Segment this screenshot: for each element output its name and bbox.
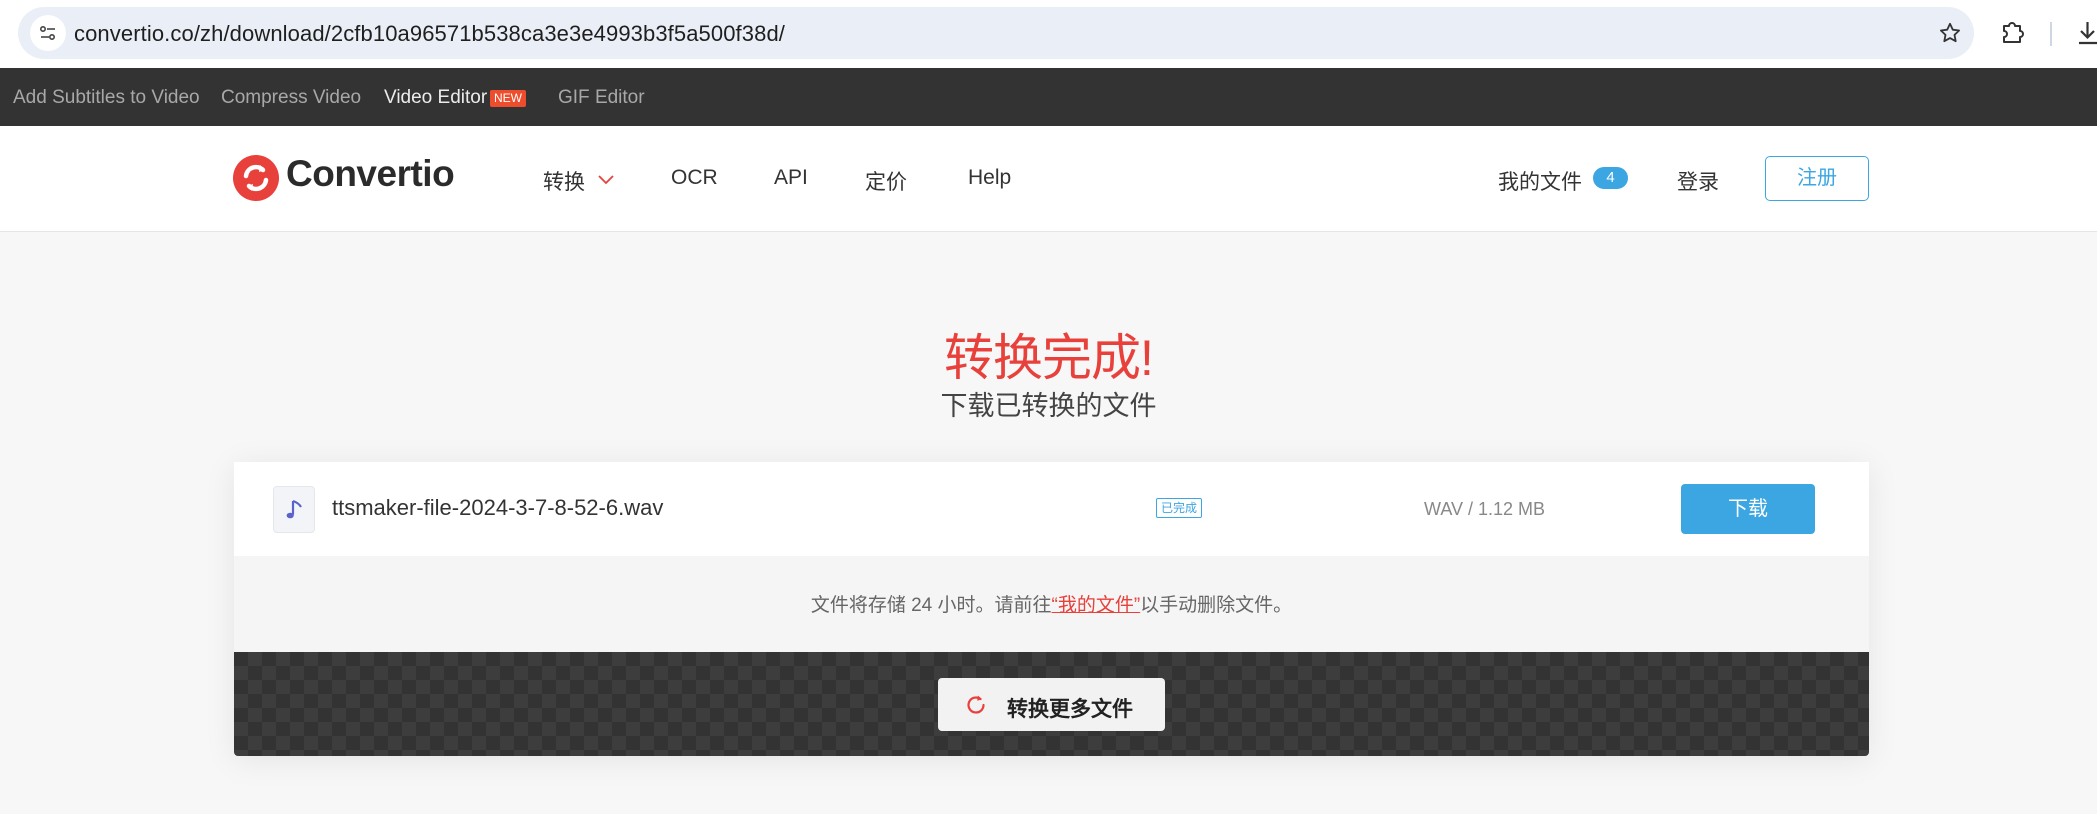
browser-chrome: convertio.co/zh/download/2cfb10a96571b53… <box>0 0 2097 68</box>
status-badge: 已完成 <box>1156 498 1203 518</box>
download-icon[interactable] <box>2078 20 2097 51</box>
notice-text-after: 以手动删除文件。 <box>1140 595 1293 616</box>
page-title: 转换完成! <box>944 330 1154 386</box>
logo-text[interactable]: Convertio <box>286 153 455 195</box>
chevron-down-icon[interactable] <box>598 175 614 185</box>
site-header: Convertio 转换 OCR API 定价 Help 我的文件 4 登录 注… <box>0 126 2097 232</box>
convert-more-label: 转换更多文件 <box>1007 698 1133 721</box>
video-editor-link[interactable]: Video Editor <box>384 87 487 109</box>
site-settings-icon[interactable] <box>30 15 66 51</box>
gif-editor-link[interactable]: GIF Editor <box>558 87 645 109</box>
convertio-logo-icon[interactable] <box>233 155 279 201</box>
nav-api[interactable]: API <box>774 166 808 190</box>
nav-help[interactable]: Help <box>968 166 1011 190</box>
music-note-icon <box>273 486 315 533</box>
add-subtitles-link[interactable]: Add Subtitles to Video <box>13 87 200 109</box>
page-subtitle: 下载已转换的文件 <box>940 391 1157 421</box>
my-files-notice-link[interactable]: “我的文件” <box>1052 595 1141 616</box>
file-card: ttsmaker-file-2024-3-7-8-52-6.wav 已完成 WA… <box>234 462 1869 756</box>
login-link[interactable]: 登录 <box>1677 166 1719 196</box>
convert-more-button[interactable]: 转换更多文件 <box>938 678 1165 731</box>
download-button[interactable]: 下载 <box>1681 484 1815 534</box>
new-badge: NEW <box>490 90 526 107</box>
extensions-icon[interactable] <box>2000 18 2026 49</box>
notice-text-before: 文件将存储 24 小时。请前往 <box>810 595 1052 616</box>
file-row: ttsmaker-file-2024-3-7-8-52-6.wav 已完成 WA… <box>234 462 1869 556</box>
compress-video-link[interactable]: Compress Video <box>221 87 361 109</box>
nav-ocr[interactable]: OCR <box>671 166 718 190</box>
tools-bar: Add Subtitles to Video Compress Video Vi… <box>0 68 2097 126</box>
my-files-count-badge: 4 <box>1593 167 1628 189</box>
nav-convert[interactable]: 转换 <box>543 166 585 196</box>
address-bar[interactable]: convertio.co/zh/download/2cfb10a96571b53… <box>18 7 1974 59</box>
refresh-icon <box>967 695 985 714</box>
url-text[interactable]: convertio.co/zh/download/2cfb10a96571b53… <box>74 21 785 47</box>
storage-notice-row: 文件将存储 24 小时。请前往“我的文件”以手动删除文件。 <box>234 556 1869 652</box>
bookmark-star-icon[interactable] <box>1938 21 1962 50</box>
nav-pricing[interactable]: 定价 <box>865 166 907 196</box>
convert-more-row: 转换更多文件 <box>234 652 1869 756</box>
signup-button[interactable]: 注册 <box>1765 156 1869 201</box>
toolbar-separator <box>2050 22 2052 46</box>
my-files-link[interactable]: 我的文件 <box>1498 166 1582 196</box>
file-meta: WAV / 1.12 MB <box>1424 499 1546 519</box>
storage-notice: 文件将存储 24 小时。请前往“我的文件”以手动删除文件。 <box>234 590 1869 617</box>
file-name: ttsmaker-file-2024-3-7-8-52-6.wav <box>332 495 664 520</box>
